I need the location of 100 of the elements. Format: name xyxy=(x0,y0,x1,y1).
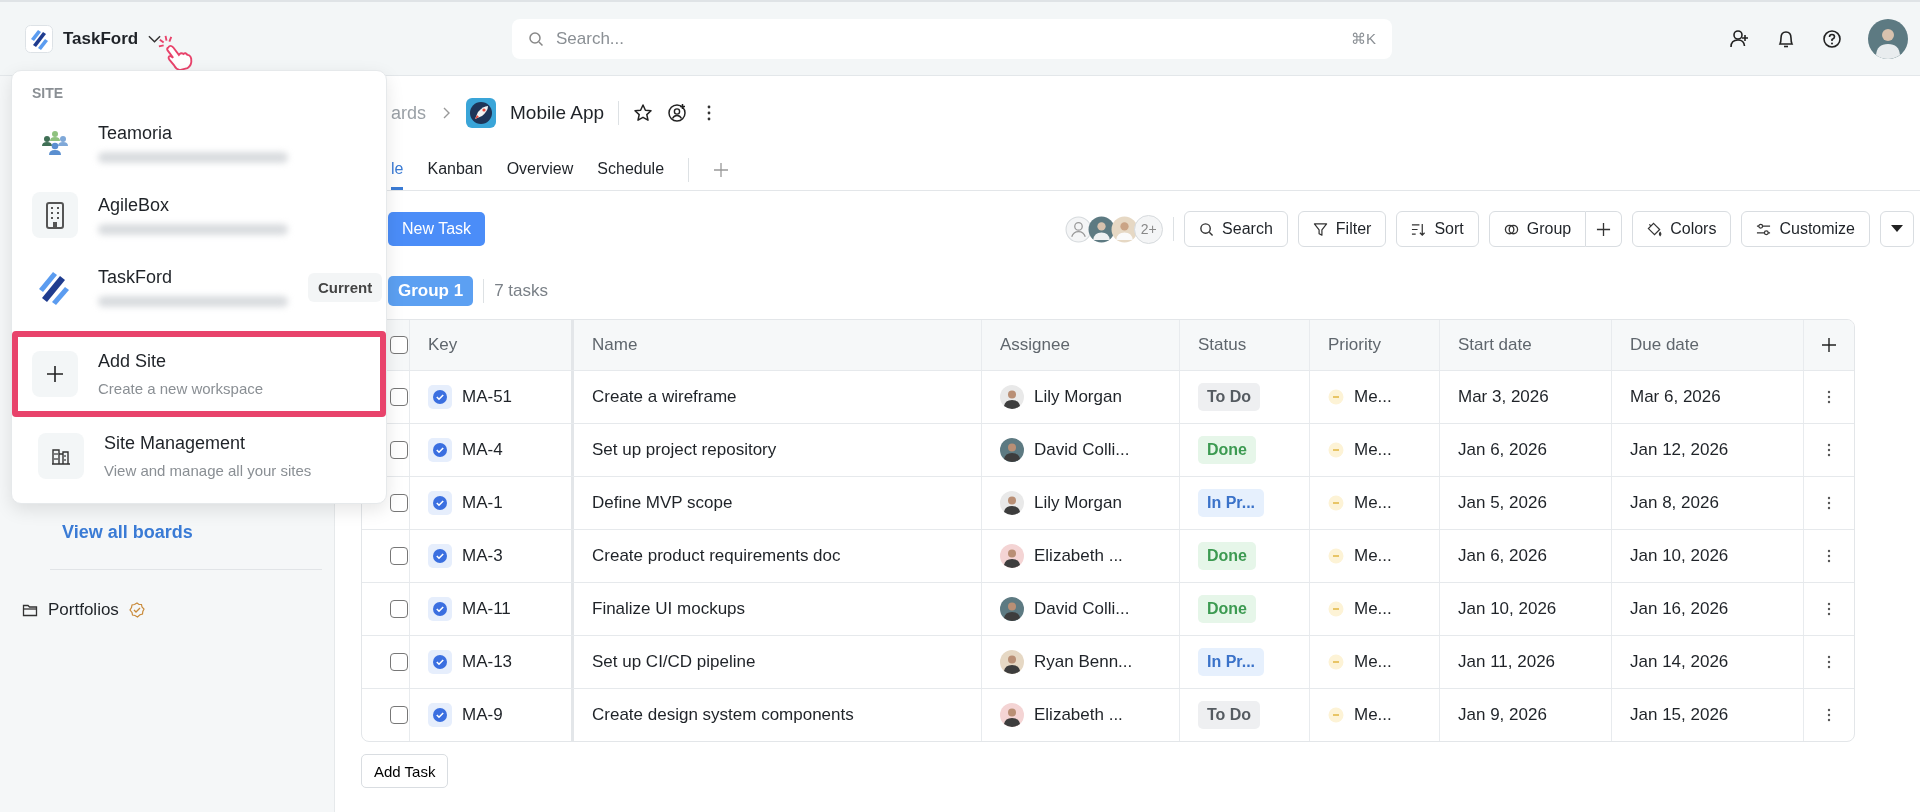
search-button[interactable]: Search xyxy=(1184,211,1288,247)
due-date: Jan 14, 2026 xyxy=(1630,652,1729,672)
more-options-button[interactable] xyxy=(1880,211,1914,247)
row-checkbox[interactable] xyxy=(390,653,408,671)
priority-label: Me... xyxy=(1354,546,1392,566)
more-members-count[interactable]: 2+ xyxy=(1134,214,1164,244)
row-checkbox[interactable] xyxy=(390,547,408,565)
row-checkbox[interactable] xyxy=(390,494,408,512)
shortcut-hint: ⌘K xyxy=(1351,29,1376,48)
column-header[interactable]: Assignee xyxy=(1000,335,1070,355)
add-task-button[interactable]: Add Task xyxy=(361,754,449,788)
add-column-icon[interactable] xyxy=(1821,337,1837,353)
task-name: Finalize UI mockups xyxy=(592,599,746,619)
column-header[interactable]: Due date xyxy=(1630,335,1699,355)
row-checkbox[interactable] xyxy=(390,441,408,459)
star-icon[interactable] xyxy=(633,103,654,123)
view-tab[interactable]: le xyxy=(391,150,404,190)
due-date: Jan 8, 2026 xyxy=(1630,493,1719,513)
task-name: Create design system components xyxy=(592,705,854,725)
status-tag[interactable]: Done xyxy=(1198,542,1256,570)
verified-badge-icon xyxy=(128,602,145,618)
filter-button[interactable]: Filter xyxy=(1297,211,1387,247)
bell-icon[interactable] xyxy=(1776,28,1796,49)
chevron-down-icon[interactable] xyxy=(148,34,162,43)
search-input[interactable]: Search... xyxy=(554,27,1341,50)
due-date: Mar 6, 2026 xyxy=(1630,387,1721,407)
row-menu-icon[interactable] xyxy=(1827,443,1831,457)
member-avatar[interactable] xyxy=(1088,215,1116,243)
action-subtitle: View and manage all your sites xyxy=(104,462,313,479)
task-name: Create product requirements doc xyxy=(592,546,841,566)
priority-icon xyxy=(1328,389,1344,405)
folder-icon xyxy=(22,602,38,618)
column-header[interactable]: Key xyxy=(428,335,458,355)
assignee-avatar xyxy=(1000,491,1024,515)
site-name[interactable]: TaskFord xyxy=(63,28,139,49)
plus-icon xyxy=(1596,221,1612,237)
view-tab[interactable]: Schedule xyxy=(597,150,665,190)
column-header[interactable]: Name xyxy=(592,335,638,355)
help-icon[interactable] xyxy=(1822,28,1842,49)
view-tab[interactable]: Kanban xyxy=(427,150,483,190)
status-tag[interactable]: Done xyxy=(1198,595,1256,623)
column-header[interactable]: Start date xyxy=(1458,335,1532,355)
status-tag[interactable]: To Do xyxy=(1198,383,1261,411)
add-user-icon[interactable] xyxy=(1730,28,1750,49)
person-outline-icon[interactable] xyxy=(1065,215,1093,243)
buildings-icon xyxy=(51,446,71,466)
menu-heading: SITE xyxy=(31,85,65,101)
plus-icon xyxy=(45,364,65,384)
status-tag[interactable]: To Do xyxy=(1198,701,1261,729)
start-date: Jan 6, 2026 xyxy=(1458,546,1547,566)
task-key: MA-9 xyxy=(462,705,503,725)
status-tag[interactable]: Done xyxy=(1198,436,1256,464)
column-header[interactable]: Priority xyxy=(1328,335,1381,355)
customize-button[interactable]: Customize xyxy=(1741,211,1870,247)
task-key: MA-11 xyxy=(462,599,511,619)
status-tag[interactable]: In Pr... xyxy=(1198,489,1264,517)
start-date: Jan 10, 2026 xyxy=(1458,599,1557,619)
task-type-icon xyxy=(428,650,452,674)
site-item[interactable]: AgileBox xyxy=(12,179,386,251)
logo-icon xyxy=(25,24,53,53)
filter-icon xyxy=(1312,221,1328,237)
priority-label: Me... xyxy=(1354,652,1392,672)
due-date: Jan 12, 2026 xyxy=(1630,440,1729,460)
view-all-boards-link[interactable]: View all boards xyxy=(0,522,334,543)
start-date: Jan 9, 2026 xyxy=(1458,705,1547,725)
more-icon[interactable] xyxy=(707,105,712,121)
assignee-avatar xyxy=(1000,438,1024,462)
view-tab[interactable]: Overview xyxy=(506,150,574,190)
menu-action[interactable]: Site Management View and manage all your sites xyxy=(16,417,382,495)
group-button[interactable]: Group xyxy=(1488,211,1587,247)
menu-action[interactable]: Add Site Create a new workspace xyxy=(12,331,386,417)
priority-icon xyxy=(1328,442,1344,458)
select-all-checkbox[interactable] xyxy=(390,336,408,354)
action-subtitle: Create a new workspace xyxy=(98,380,265,397)
row-menu-icon[interactable] xyxy=(1827,655,1831,669)
sliders-icon xyxy=(1756,221,1772,237)
add-member-icon[interactable] xyxy=(667,103,688,123)
row-checkbox[interactable] xyxy=(390,388,408,406)
assignee-name: Lily Morgan xyxy=(1034,387,1122,407)
row-checkbox[interactable] xyxy=(390,600,408,618)
new-task-button[interactable]: New Task xyxy=(388,212,486,246)
assignee-name: Elizabeth ... xyxy=(1034,705,1123,725)
status-tag[interactable]: In Pr... xyxy=(1198,648,1264,676)
priority-icon xyxy=(1328,601,1344,617)
user-avatar[interactable] xyxy=(1868,18,1908,59)
sort-button[interactable]: Sort xyxy=(1396,211,1479,247)
colors-button[interactable]: Colors xyxy=(1632,211,1732,247)
row-menu-icon[interactable] xyxy=(1827,708,1831,722)
site-item[interactable]: Teamoria xyxy=(12,107,386,179)
row-menu-icon[interactable] xyxy=(1827,602,1831,616)
assignee-name: Ryan Benn... xyxy=(1034,652,1133,672)
site-item[interactable]: TaskFord Current xyxy=(12,251,386,323)
row-menu-icon[interactable] xyxy=(1827,390,1831,404)
portfolios-item[interactable]: Portfolios xyxy=(0,570,145,620)
search-field[interactable]: Search... ⌘K xyxy=(512,18,1392,59)
column-header[interactable]: Status xyxy=(1198,335,1247,355)
row-menu-icon[interactable] xyxy=(1827,496,1831,510)
row-menu-icon[interactable] xyxy=(1827,549,1831,563)
row-checkbox[interactable] xyxy=(390,706,408,724)
assignee-avatar xyxy=(1000,650,1024,674)
